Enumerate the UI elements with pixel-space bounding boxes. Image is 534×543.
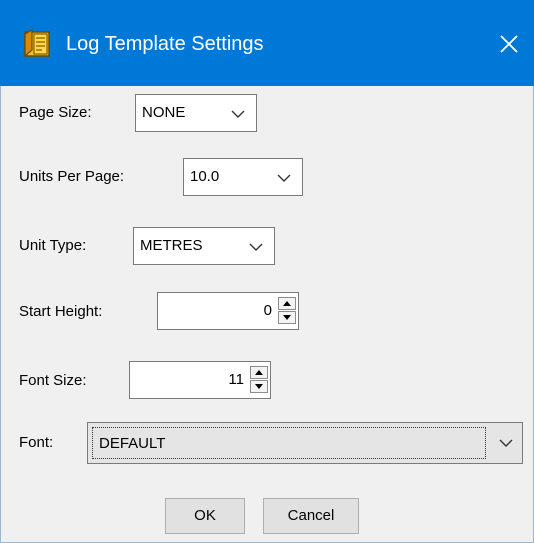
font-size-label: Font Size: <box>19 372 87 389</box>
font-size-stepper <box>250 366 268 394</box>
page-size-label: Page Size: <box>19 104 92 121</box>
font-combo-focus: DEFAULT <box>92 427 486 459</box>
font-value: DEFAULT <box>99 435 166 452</box>
spin-down-button[interactable] <box>278 311 296 324</box>
font-label: Font: <box>19 434 54 451</box>
start-height-value: 0 <box>263 302 272 319</box>
log-template-settings-dialog: Log Template Settings Page Size: NONE Un… <box>0 0 534 543</box>
chevron-down-icon <box>277 174 291 182</box>
units-per-page-label: Units Per Page: <box>19 168 125 185</box>
ok-button[interactable]: OK <box>165 498 245 534</box>
window-title: Log Template Settings <box>66 33 264 55</box>
dialog-body: Page Size: NONE Units Per Page: 10.0 Uni… <box>0 86 534 543</box>
page-size-value: NONE <box>142 104 186 121</box>
close-icon <box>500 35 518 53</box>
start-height-spinner[interactable]: 0 <box>157 292 299 330</box>
arrow-down-icon <box>283 315 291 320</box>
spin-up-button[interactable] <box>278 297 296 310</box>
spin-down-button[interactable] <box>250 380 268 393</box>
spin-up-button[interactable] <box>250 366 268 379</box>
close-button[interactable] <box>484 16 534 72</box>
cancel-button[interactable]: Cancel <box>263 498 359 534</box>
unit-type-label: Unit Type: <box>19 237 87 254</box>
start-height-label: Start Height: <box>19 303 103 320</box>
units-per-page-value: 10.0 <box>190 168 220 185</box>
start-height-stepper <box>278 297 296 325</box>
arrow-up-icon <box>283 301 291 306</box>
unit-type-value: METRES <box>140 237 203 254</box>
units-per-page-combo[interactable]: 10.0 <box>183 158 303 196</box>
font-combo[interactable]: DEFAULT <box>87 422 523 464</box>
title-bar[interactable]: Log Template Settings <box>0 0 534 86</box>
chevron-down-icon <box>231 110 245 118</box>
font-size-spinner[interactable]: 11 <box>129 361 271 399</box>
page-size-combo[interactable]: NONE <box>135 94 257 132</box>
chevron-down-icon <box>249 243 263 251</box>
arrow-up-icon <box>255 370 263 375</box>
unit-type-combo[interactable]: METRES <box>133 227 275 265</box>
chevron-down-icon <box>499 439 513 447</box>
log-template-icon <box>22 28 54 60</box>
font-size-value: 11 <box>228 371 244 388</box>
arrow-down-icon <box>255 384 263 389</box>
